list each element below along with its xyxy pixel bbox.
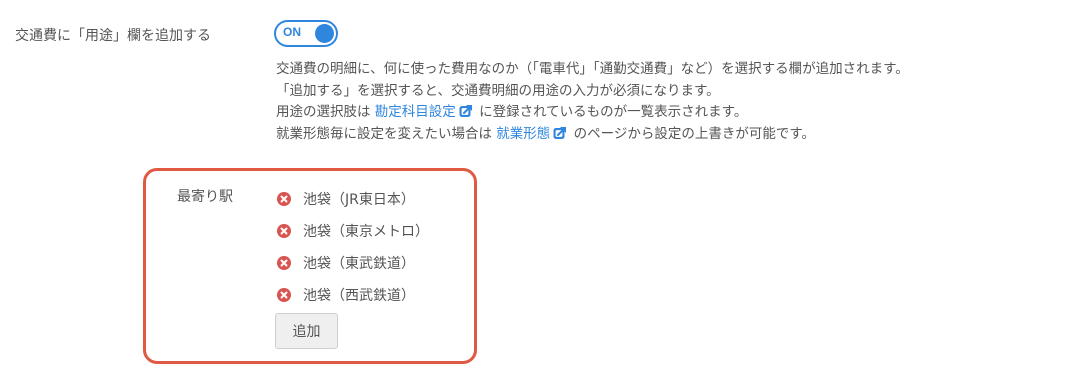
remove-circle-icon[interactable] [277, 224, 291, 238]
description-line-1: 交通費の明細に、何に使った費用なのか（「電車代」「通勤交通費」など）を選択する欄… [276, 61, 909, 77]
nearest-station-label: 最寄り駅 [177, 189, 233, 205]
remove-circle-icon[interactable] [277, 288, 291, 302]
remove-circle-icon[interactable] [277, 256, 291, 270]
description-line-3-before: 用途の選択肢は [276, 104, 375, 120]
add-station-button[interactable]: 追加 [275, 313, 338, 349]
external-link-icon [459, 105, 472, 117]
remove-circle-icon[interactable] [277, 192, 291, 206]
description-line-3: 用途の選択肢は 勘定科目設定 に登録されているものが一覧表示されます。 [276, 102, 909, 124]
station-name: 池袋（東武鉄道） [303, 256, 415, 272]
employment-type-link[interactable]: 就業形態 [496, 126, 569, 142]
account-title-settings-link[interactable]: 勘定科目設定 [375, 104, 475, 120]
setting-label: 交通費に「用途」欄を追加する [15, 28, 211, 44]
toggle-knob [315, 24, 334, 43]
station-item: 池袋（東京メトロ） [277, 215, 429, 247]
nearest-station-list: 池袋（JR東日本） 池袋（東京メトロ） 池袋（東武鉄道） 池袋（西武鉄道） [277, 183, 429, 311]
description-line-3-after: に登録されているものが一覧表示されます。 [474, 104, 748, 120]
station-item: 池袋（JR東日本） [277, 183, 429, 215]
station-item: 池袋（東武鉄道） [277, 247, 429, 279]
station-item: 池袋（西武鉄道） [277, 279, 429, 311]
account-title-settings-link-text: 勘定科目設定 [374, 104, 456, 120]
station-name: 池袋（JR東日本） [303, 192, 415, 208]
station-name: 池袋（東京メトロ） [303, 224, 429, 240]
toggle-state-text: ON [283, 25, 301, 39]
description-line-2: 「追加する」を選択すると、交通費明細の用途の入力が必須になります。 [276, 82, 720, 99]
employment-type-link-text: 就業形態 [496, 125, 551, 142]
external-link-icon [553, 126, 567, 139]
setting-description: 交通費の明細に、何に使った費用なのか（「電車代」「通勤交通費」など）を選択する欄… [276, 59, 909, 145]
description-line-4-before: 就業形態毎に設定を変えたい場合は [276, 125, 497, 142]
station-name: 池袋（西武鉄道） [303, 288, 415, 304]
add-purpose-toggle[interactable]: ON [274, 20, 338, 47]
description-line-4-after: のページから設定の上書きが可能です。 [569, 125, 815, 142]
description-line-4: 就業形態毎に設定を変えたい場合は 就業形態 のページから設定の上書きが可能です。 [276, 124, 909, 146]
